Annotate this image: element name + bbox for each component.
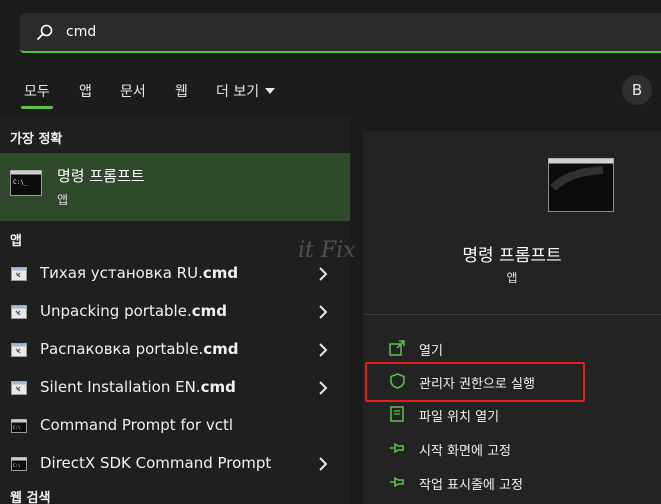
- chevron-right-icon[interactable]: [318, 343, 328, 357]
- command-prompt-icon: [548, 158, 614, 212]
- script-file-icon: [11, 381, 27, 395]
- best-match-title: 명령 프롬프트: [57, 167, 145, 185]
- pin-icon: [390, 442, 404, 454]
- preview-subtitle: 앱: [506, 271, 518, 285]
- svg-text:C:\: C:\: [13, 425, 21, 430]
- chevron-right-icon[interactable]: [318, 267, 328, 281]
- app-result-label: Unpacking portable.cmd: [40, 302, 227, 320]
- console-icon: C:\: [11, 457, 27, 471]
- tab-documents[interactable]: 문서: [120, 81, 146, 101]
- app-result-label: Тихая установка RU.cmd: [40, 264, 239, 282]
- tab-all[interactable]: 모두: [24, 81, 50, 101]
- open-file-location-action[interactable]: 파일 위치 열기: [363, 399, 661, 429]
- search-box[interactable]: cmd: [20, 13, 661, 53]
- open-file-location-label: 파일 위치 열기: [419, 410, 500, 425]
- tab-more-label: 더 보기: [216, 84, 260, 100]
- chevron-down-icon: [265, 88, 276, 94]
- tab-more[interactable]: 더 보기: [216, 81, 276, 101]
- chevron-right-icon[interactable]: [318, 305, 328, 319]
- pin-icon: [390, 476, 404, 488]
- web-search-header: 웹 검색: [10, 491, 51, 504]
- apps-header: 앱: [10, 234, 22, 249]
- command-prompt-icon: C:\_: [10, 170, 42, 196]
- script-file-icon: [11, 343, 27, 357]
- pin-to-taskbar-action[interactable]: 작업 표시줄에 고정: [363, 467, 661, 497]
- open-action[interactable]: 열기: [363, 333, 661, 363]
- tab-web[interactable]: 웹: [175, 81, 188, 101]
- app-result-label: Распаковка portable.cmd: [40, 340, 239, 358]
- app-result[interactable]: Unpacking portable.cmd: [0, 293, 350, 331]
- open-label: 열기: [419, 344, 443, 359]
- app-result-label: DirectX SDK Command Prompt: [40, 454, 272, 472]
- pin-to-start-label: 시작 화면에 고정: [419, 444, 511, 459]
- avatar[interactable]: B: [622, 75, 652, 105]
- preview-panel: 명령 프롬프트 앱 열기 관리자 권한으로 실행 파일 위치 열기 시작 화면에…: [363, 131, 661, 504]
- active-tab-indicator: [21, 106, 53, 109]
- chevron-right-icon[interactable]: [318, 381, 328, 395]
- folder-icon: [390, 406, 404, 422]
- results-panel: 가장 정확 C:\_ 명령 프롬프트 앱 앱 Тихая установка R…: [0, 117, 350, 504]
- best-match-header: 가장 정확: [10, 132, 63, 147]
- preview-title: 명령 프롬프트: [462, 246, 562, 266]
- best-match-subtitle: 앱: [57, 193, 69, 207]
- console-icon: C:\: [11, 419, 27, 433]
- app-result[interactable]: Silent Installation EN.cmd: [0, 369, 350, 407]
- pin-to-taskbar-label: 작업 표시줄에 고정: [419, 478, 523, 493]
- app-result-label: Command Prompt for vctl: [40, 416, 234, 434]
- script-file-icon: [11, 305, 27, 319]
- filter-tabs: 모두 앱 문서 웹 더 보기: [0, 78, 661, 109]
- search-input[interactable]: cmd: [66, 24, 96, 40]
- chevron-right-icon[interactable]: [318, 457, 328, 471]
- app-result-label: Silent Installation EN.cmd: [40, 378, 236, 396]
- highlight-box: [365, 362, 585, 402]
- divider: [363, 314, 661, 315]
- app-result[interactable]: C:\ DirectX SDK Command Prompt: [0, 445, 350, 483]
- pin-to-start-action[interactable]: 시작 화면에 고정: [363, 433, 661, 463]
- app-result[interactable]: C:\ Command Prompt for vctl: [0, 407, 350, 445]
- tab-apps[interactable]: 앱: [79, 81, 92, 101]
- open-icon: [389, 340, 405, 356]
- script-file-icon: [11, 267, 27, 281]
- svg-text:C:\: C:\: [13, 463, 21, 468]
- best-match-result[interactable]: C:\_ 명령 프롬프트 앱: [0, 153, 350, 221]
- search-icon: [37, 24, 53, 40]
- svg-text:C:\_: C:\_: [13, 179, 28, 186]
- watermark: it Fix: [298, 238, 356, 263]
- app-result[interactable]: Распаковка portable.cmd: [0, 331, 350, 369]
